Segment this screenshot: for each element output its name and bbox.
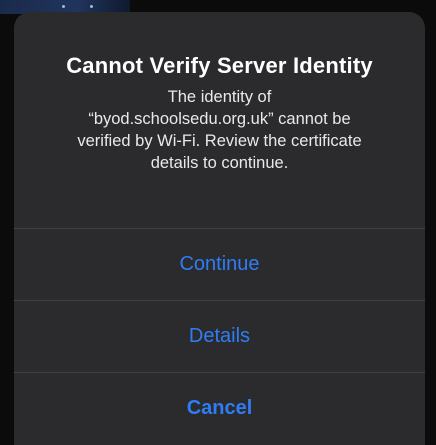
alert-message-line: verified by Wi-Fi. Review the certificat… [77,132,362,150]
alert-message-line: details to continue. [150,154,289,172]
status-indicator-icon [62,5,65,8]
alert-dialog: Cannot Verify Server Identity The identi… [14,12,425,445]
alert-title: Cannot Verify Server Identity [66,53,373,78]
status-indicator-icon [90,5,93,8]
cancel-button[interactable]: Cancel [14,372,425,444]
alert-header: Cannot Verify Server Identity The identi… [14,12,425,228]
alert-message-line: “byod.schoolsedu.org.uk” cannot be [88,110,351,128]
phone-screen: Cannot Verify Server Identity The identi… [0,0,436,445]
continue-button[interactable]: Continue [14,228,425,300]
alert-message: The identity of “byod.schoolsedu.org.uk”… [22,86,417,174]
details-button[interactable]: Details [14,300,425,372]
alert-message-line: The identity of [167,88,272,106]
